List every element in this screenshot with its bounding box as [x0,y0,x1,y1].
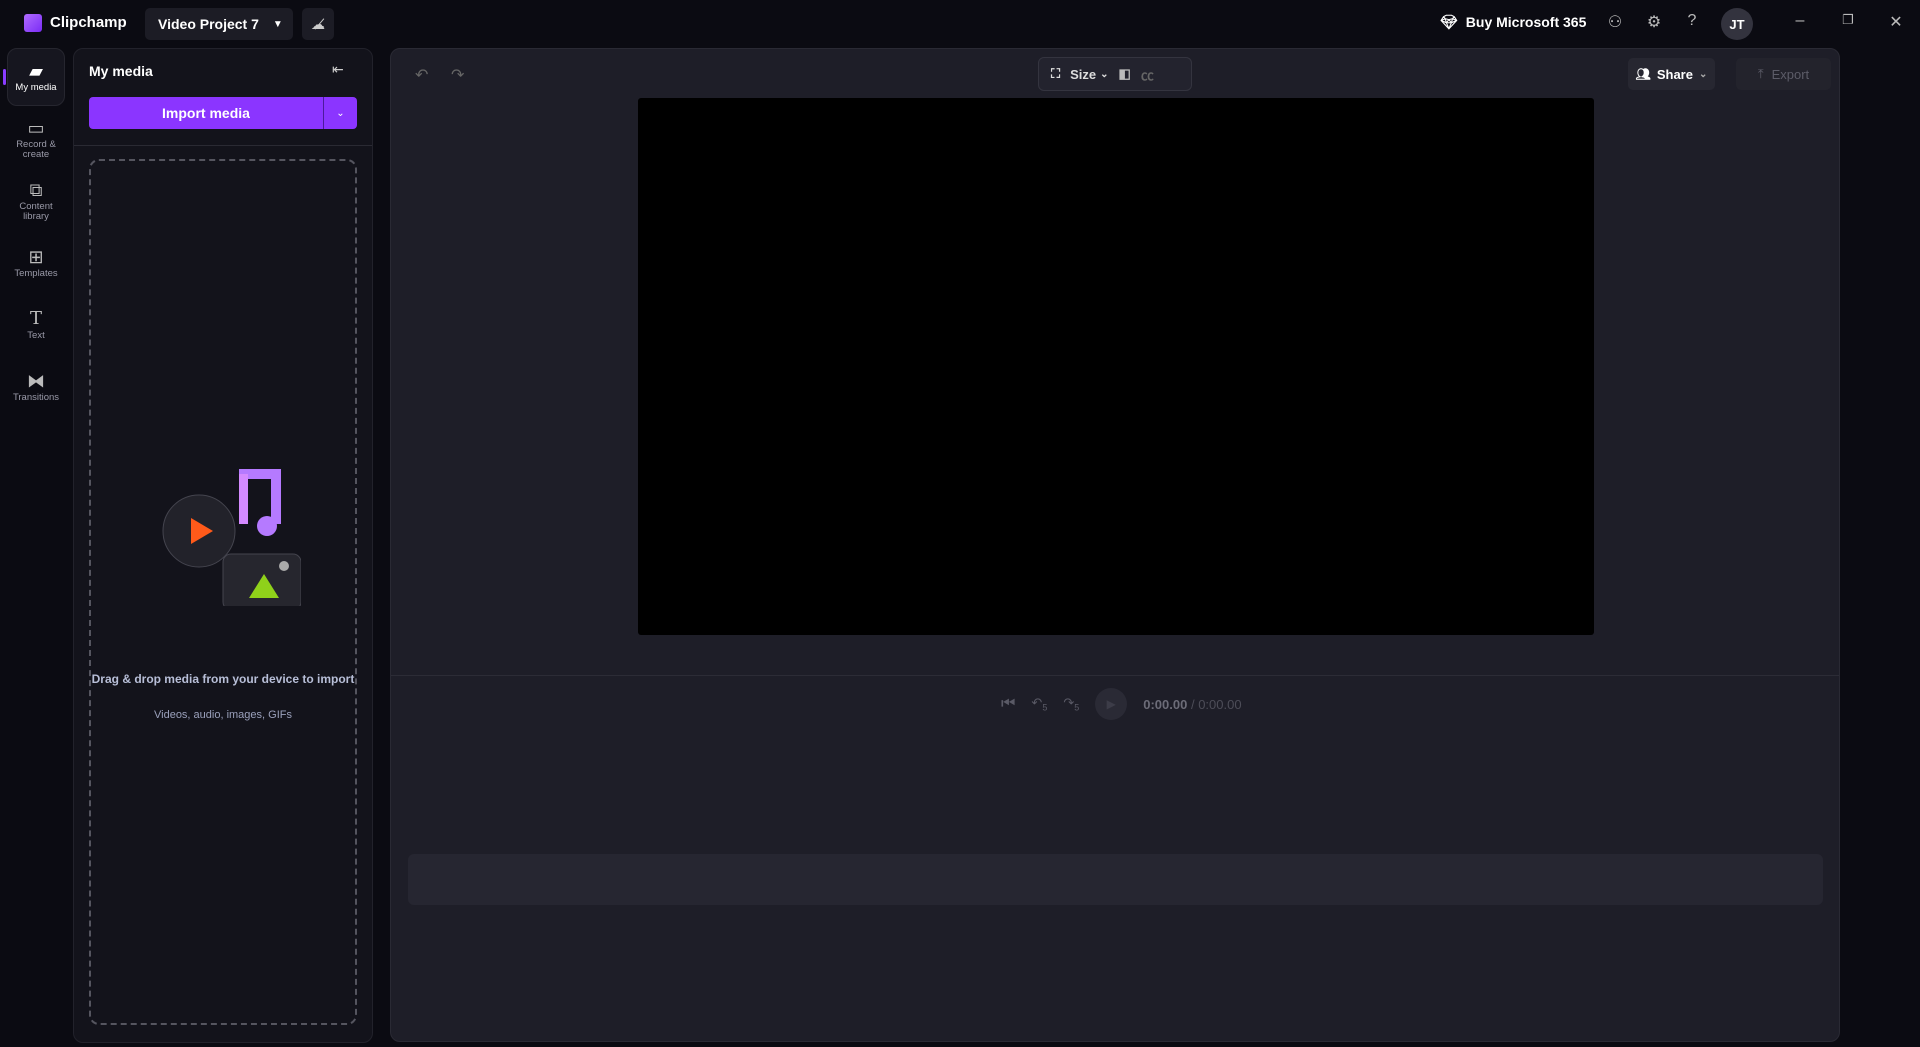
chevron-down-icon[interactable]: ⌄ [1100,69,1108,80]
sidebar-item-templates[interactable]: ⊞ Templates [7,234,65,292]
redo-icon[interactable]: ↷ [451,65,464,85]
preview-toolbar: ⛶ Size ⌄ ◧ ㏄ [1038,57,1192,91]
settings-gear-icon[interactable]: ⚙ [1642,12,1666,32]
diamond-icon: 💎︎ [1440,14,1458,30]
help-icon[interactable]: ? [1680,12,1704,30]
drop-subtitle: Videos, audio, images, GIFs [154,709,292,721]
sidebar-item-transitions[interactable]: ⧓ Transitions [7,358,65,416]
chevron-down-icon[interactable]: ⌄ [324,97,357,129]
resize-icon[interactable]: ⛶ [1051,66,1060,82]
import-media-label[interactable]: Import media [89,97,324,129]
drop-zone[interactable]: Drag & drop media from your device to im… [89,159,357,1025]
project-title-button[interactable]: Video Project 7 ▼ [145,8,293,40]
captions-icon[interactable]: ㏄ [1141,65,1154,84]
folder-icon: ▰ [29,60,43,81]
share-label: Share [1656,66,1693,82]
caret-down-icon: ▼ [272,18,283,30]
video-camera-icon: ▭ [27,117,45,138]
collapse-panel-icon[interactable]: ⇤ [332,61,344,78]
export-label: Export [1771,66,1810,82]
video-preview[interactable] [638,98,1594,635]
sidebar-nav: ▰ My media ▭ Record & create ⧉ Content libr… [0,48,72,420]
nav-label: Text [27,329,45,341]
play-button[interactable]: ▶ [1095,688,1128,720]
skip-to-start-icon[interactable]: ⏮︎ [1001,695,1015,713]
text-icon: T [29,307,42,329]
minimize-icon[interactable]: – [1788,12,1812,30]
templates-icon: ⊞ [28,246,44,267]
import-media-button[interactable]: Import media ⌄ [89,97,357,129]
app-name: Clipchamp [50,14,127,31]
forward-seconds: 5 [1074,702,1080,713]
sidebar-item-text[interactable]: T Text [7,296,65,354]
clipchamp-logo-icon [24,14,42,32]
background-fill-icon[interactable]: ◧ [1119,66,1131,82]
divider [74,145,372,146]
avatar[interactable]: JT [1721,8,1753,40]
panel-title: My media [89,63,153,79]
title-bar: Clipchamp Video Project 7 ▼ ☁̸ 💎︎ Buy Micr… [0,0,1920,48]
nav-label: Transitions [12,391,60,403]
size-button[interactable]: Size [1070,67,1096,82]
restore-icon[interactable]: ❐ [1836,12,1860,28]
cloud-off-icon[interactable]: ☁̸ [302,8,334,40]
divider [391,675,1839,676]
editor-area: ↶ ↷ ⛶ Size ⌄ ◧ ㏄ 👥︎ Share ⌄ ⤒ Export ⏮︎ ↶5 … [390,48,1840,1042]
nav-label: Record & create [16,138,56,160]
play-icon: ▶ [1106,697,1116,711]
nav-label: My media [15,81,57,93]
media-illustration-icon [162,469,301,606]
total-time: / 0:00.00 [1190,696,1242,712]
people-icon: 👥︎ [1635,67,1651,81]
current-time: 0:00.00 [1143,696,1188,712]
sidebar-item-record-create[interactable]: ▭ Record & create [7,110,65,168]
content-library-icon: ⧉ [29,179,43,200]
share-button[interactable]: 👥︎ Share ⌄ [1628,58,1715,90]
sidebar-item-content-library[interactable]: ⧉ Content library [7,172,65,230]
buy-microsoft-365-button[interactable]: 💎︎ Buy Microsoft 365 [1440,14,1586,31]
chevron-down-icon: ⌄ [1698,68,1708,80]
export-button[interactable]: ⤒ Export [1736,58,1831,90]
timeline-track[interactable] [408,854,1823,905]
drop-title: Drag & drop media from your device to im… [91,672,355,686]
forward-5-icon[interactable]: ↷5 [1063,695,1079,713]
sidebar-item-my-media[interactable]: ▰ My media [7,48,65,106]
media-panel: My media ⇤ Import media ⌄ Drag & drop me… [73,48,373,1043]
transitions-icon: ⧓ [27,370,45,391]
feedback-icon[interactable]: ⚇ [1603,12,1627,32]
rewind-seconds: 5 [1042,702,1048,713]
nav-label: Content library [19,200,53,222]
rewind-5-icon[interactable]: ↶5 [1031,695,1047,713]
upload-icon: ⤒ [1757,66,1764,81]
undo-icon[interactable]: ↶ [415,65,428,85]
close-icon[interactable]: ✕ [1884,12,1908,32]
nav-label: Templates [14,267,58,279]
buy-label: Buy Microsoft 365 [1465,14,1587,30]
time-display: 0:00.00 / 0:00.00 [1143,697,1241,712]
project-title: Video Project 7 [158,16,259,32]
playback-controls: ⏮︎ ↶5 ↷5 ▶ 0:00.00 / 0:00.00 [1001,684,1242,724]
